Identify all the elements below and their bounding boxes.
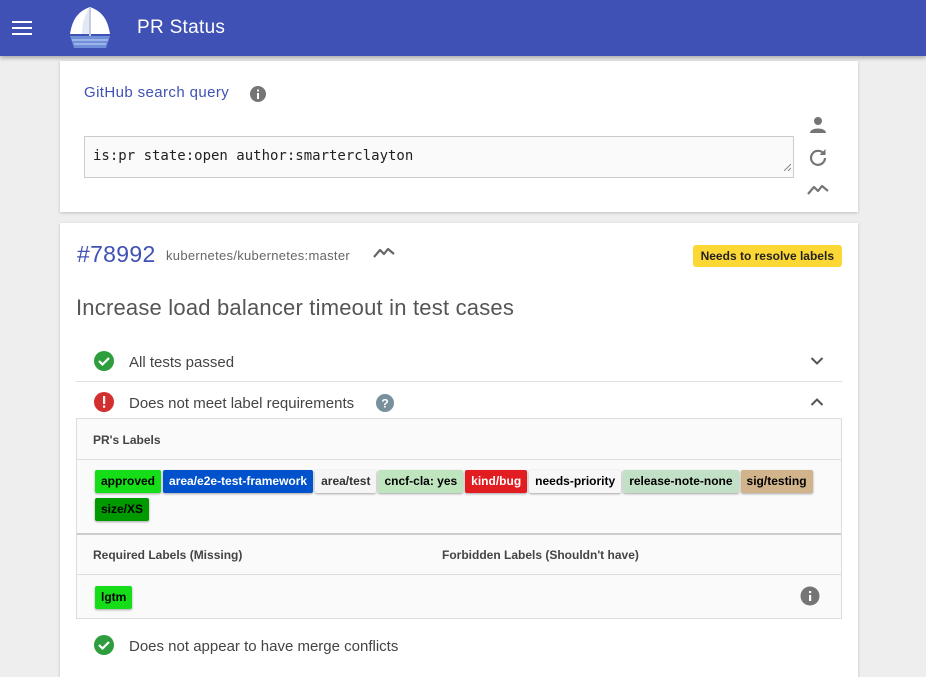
search-query-input[interactable]: is:pr state:open author:smarterclayton bbox=[84, 136, 794, 178]
chevron-down-icon[interactable] bbox=[810, 353, 824, 371]
resize-grip-icon[interactable] bbox=[783, 159, 792, 175]
label-chip: lgtm bbox=[95, 586, 133, 609]
person-icon[interactable] bbox=[806, 113, 830, 137]
refresh-icon[interactable] bbox=[806, 145, 830, 169]
check-label: Does not meet label requirements bbox=[129, 395, 355, 412]
info-icon[interactable] bbox=[249, 85, 267, 108]
labels-header-row: PR's Labels bbox=[77, 419, 841, 460]
check-row-conflicts[interactable]: Does not appear to have merge conflicts bbox=[76, 625, 842, 666]
status-badge: Needs to resolve labels bbox=[692, 245, 842, 267]
svg-text:?: ? bbox=[381, 397, 388, 411]
label-chip: sig/testing bbox=[740, 470, 813, 493]
info-icon[interactable] bbox=[800, 586, 820, 611]
check-row-tests[interactable]: All tests passed bbox=[76, 341, 842, 382]
label-requirements-panel: PR's Labels approved area/e2e-test-framew… bbox=[76, 418, 842, 619]
label-chip: needs-priority bbox=[529, 470, 622, 493]
app-title: PR Status bbox=[137, 17, 226, 38]
query-label: GitHub search query bbox=[84, 84, 230, 101]
query-card: GitHub search query is:pr state:open aut… bbox=[60, 61, 858, 212]
trend-icon[interactable] bbox=[373, 245, 395, 264]
label-chip: cncf-cla: yes bbox=[378, 470, 464, 493]
label-chip: size/XS bbox=[95, 498, 150, 521]
pr-title: Increase load balancer timeout in test c… bbox=[76, 295, 515, 320]
pr-labels-list: approved area/e2e-test-framework area/test… bbox=[95, 470, 835, 526]
label-chip: kind/bug bbox=[465, 470, 528, 493]
pr-repo: kubernetes/kubernetes:master bbox=[166, 248, 350, 263]
chevron-up-icon[interactable] bbox=[810, 394, 824, 412]
required-labels-list: lgtm bbox=[95, 586, 134, 614]
requirements-header-row: Required Labels (Missing) Forbidden Labe… bbox=[77, 534, 841, 575]
labels-header: PR's Labels bbox=[93, 433, 161, 447]
label-chip: release-note-none bbox=[623, 470, 739, 493]
pr-number-link[interactable]: #78992 bbox=[77, 241, 156, 268]
check-circle-icon bbox=[94, 351, 114, 376]
error-icon bbox=[94, 392, 114, 417]
required-header: Required Labels (Missing) bbox=[93, 548, 243, 562]
check-label: Does not appear to have merge conflicts bbox=[129, 638, 399, 655]
check-circle-icon bbox=[94, 635, 114, 660]
check-label: All tests passed bbox=[129, 354, 235, 371]
app-bar: PR Status bbox=[0, 0, 926, 56]
menu-icon[interactable] bbox=[8, 14, 36, 42]
search-query-text: is:pr state:open author:smarterclayton bbox=[93, 148, 414, 164]
label-chip: approved bbox=[95, 470, 162, 493]
pr-card: #78992 kubernetes/kubernetes:master Need… bbox=[60, 223, 858, 677]
label-chip: area/e2e-test-framework bbox=[163, 470, 314, 493]
label-chip: area/test bbox=[315, 470, 377, 493]
help-icon[interactable]: ? bbox=[376, 394, 394, 417]
forbidden-header: Forbidden Labels (Shouldn't have) bbox=[442, 548, 639, 562]
trend-icon[interactable] bbox=[806, 177, 830, 201]
kubernetes-sail-logo bbox=[66, 4, 114, 52]
check-row-labels[interactable]: Does not meet label requirements ? bbox=[76, 382, 842, 423]
